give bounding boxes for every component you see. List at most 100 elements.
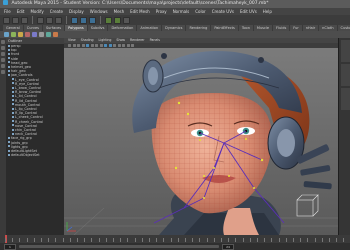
menu-item-edit-mesh[interactable]: Edit Mesh [130,8,150,15]
transform-node-icon [12,99,14,102]
lights-icon[interactable] [117,44,121,47]
film-gate-icon[interactable] [90,44,94,47]
menu-item-modify[interactable]: Modify [30,8,43,15]
transform-node-icon [8,57,10,60]
timeline-tick [19,238,21,242]
xray-icon[interactable] [131,44,134,47]
menu-item-edit[interactable]: Edit [17,8,25,15]
timeline-tick [48,238,50,242]
attribute-editor-tab[interactable] [340,64,350,86]
channel-box-dock [338,38,350,235]
time-slider[interactable] [0,235,350,243]
menu-item-display[interactable]: Display [69,8,84,15]
snap-point-icon[interactable] [89,16,96,24]
outliner-item[interactable]: defaultObjectSet [6,153,64,157]
timeline-tick [5,238,6,242]
paint-select-icon[interactable] [1,52,5,56]
lasso-tool-icon[interactable] [1,46,5,50]
menu-item-file[interactable]: File [4,8,11,15]
select-hierarchy-icon[interactable] [37,16,44,24]
range-start-field[interactable]: 1 [4,243,16,250]
shelf-cube-icon[interactable] [4,32,9,37]
menu-item-windows[interactable]: Windows [90,8,108,15]
camera-attr-icon[interactable] [72,44,76,47]
viewport-toolbar [64,43,338,48]
shelf-sphere-icon[interactable] [11,32,16,37]
timeline-tick [127,238,129,242]
snap-curve-icon[interactable] [80,16,87,24]
timeline-tick [177,238,179,242]
menu-item-mesh[interactable]: Mesh [114,8,125,15]
camera-icon[interactable] [68,44,71,47]
render-icon[interactable] [105,16,112,24]
gate-mask-icon[interactable] [99,44,103,47]
shelf-bevel-icon[interactable] [53,32,58,37]
select-tool-icon[interactable] [1,40,5,44]
move-tool-icon[interactable] [1,58,5,62]
shelf-extrude-icon[interactable] [46,32,51,37]
menu-item-proxy[interactable]: Proxy [156,8,167,15]
textured-icon[interactable] [113,44,116,47]
image-plane-icon[interactable] [81,44,85,47]
transform-node-icon [12,86,14,89]
timeline-tick [300,238,302,242]
toolbar-divider [66,16,67,24]
smooth-shade-icon[interactable] [108,44,112,47]
transform-node-icon [12,94,14,97]
shelf-plane-icon[interactable] [25,32,30,37]
shelf-cone-icon[interactable] [39,32,44,37]
menu-item-create[interactable]: Create [50,8,63,15]
shadows-icon[interactable] [122,44,125,47]
new-scene-icon[interactable] [3,16,10,24]
outliner-item-label: defaultObjectSet [11,153,40,158]
timeline-tick [62,238,64,242]
timeline-tick [199,238,201,242]
timeline-tick [105,238,107,242]
resolution-gate-icon[interactable] [95,44,98,47]
open-scene-icon[interactable] [12,16,19,24]
menu-item-color[interactable]: Color [195,8,205,15]
timeline-tick [134,238,136,242]
toolbar-divider [32,16,33,24]
shelf [0,31,350,38]
range-end-field[interactable]: 24 [222,243,234,250]
transform-node-icon [8,149,10,152]
range-slider[interactable] [19,245,219,248]
grid-icon[interactable] [86,44,89,47]
scale-tool-icon[interactable] [1,70,5,74]
transform-node-icon [12,82,14,85]
transform-node-icon [8,48,10,51]
transform-node-icon [12,128,14,131]
bookmark-icon[interactable] [77,44,80,47]
transform-node-icon [12,115,14,118]
tool-settings-tab[interactable] [340,88,350,110]
timeline-tick [264,238,266,242]
timeline-tick [293,238,294,242]
timeline-tick [156,238,158,242]
timeline-tick [163,238,165,242]
perspective-viewport[interactable]: View Shading Lighting Show Renderer Panels [64,38,338,235]
select-component-icon[interactable] [55,16,62,24]
menu-item-create-uvs[interactable]: Create UVs [212,8,234,15]
shelf-torus-icon[interactable] [32,32,37,37]
maya-logo-icon [3,0,8,5]
isolate-select-icon[interactable] [126,44,130,47]
transform-node-icon [8,73,10,76]
transform-node-icon [8,61,10,64]
wireframe-icon[interactable] [104,44,107,47]
save-scene-icon[interactable] [21,16,28,24]
transform-node-icon [8,69,10,72]
channel-box-tab[interactable] [340,40,350,62]
timeline-tick [221,238,222,242]
transform-node-icon [12,132,14,135]
menu-item-edit-uvs[interactable]: Edit UVs [240,8,257,15]
ipr-render-icon[interactable] [114,16,121,24]
menu-item-help[interactable]: Help [263,8,272,15]
select-object-icon[interactable] [46,16,53,24]
rotate-tool-icon[interactable] [1,64,5,68]
shelf-cylinder-icon[interactable] [18,32,23,37]
snap-grid-icon[interactable] [71,16,78,24]
render-settings-icon[interactable] [123,16,130,24]
menu-item-normals[interactable]: Normals [173,8,190,15]
timeline-tick [33,238,35,242]
